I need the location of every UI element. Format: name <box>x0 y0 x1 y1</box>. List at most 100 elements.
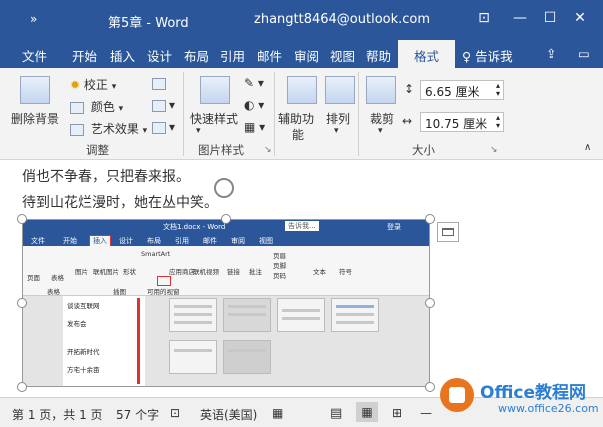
alt-text-button[interactable]: 辅助功 <box>278 110 314 127</box>
correct-button[interactable]: ✹ 校正 ▾ <box>70 76 116 93</box>
thumbnail <box>331 298 379 332</box>
read-mode-icon[interactable]: ▤ <box>330 406 342 421</box>
menu-bar: 文件 开始 插入 设计 布局 引用 邮件 审阅 视图 帮助 ♀ 告诉我 ⇪ ▭ <box>0 40 603 68</box>
site-watermark: Office教程网 www.office26.com <box>440 374 602 424</box>
inner-ribbon-item: 页码 <box>273 272 286 280</box>
spinner-icon[interactable]: ▴ ▾ <box>496 114 500 130</box>
inner-login: 登录 <box>387 223 401 231</box>
spinner-icon[interactable]: ▴ ▾ <box>496 82 500 98</box>
inner-ribbon-item: 图片 <box>75 268 88 276</box>
inner-ribbon-item: 联机视频 <box>193 268 219 276</box>
dialog-launcher-icon[interactable]: ↘ <box>264 145 272 155</box>
quick-styles-button[interactable]: 快速样式 <box>190 110 238 127</box>
picture-border-icon[interactable]: ✎ ▾ <box>244 76 264 90</box>
quick-access-icon[interactable]: » <box>30 12 37 26</box>
chevron-down-icon[interactable]: ▾ <box>378 126 383 136</box>
minimize-button[interactable]: — <box>510 10 530 26</box>
resize-handle[interactable] <box>425 214 435 224</box>
reset-picture-icon[interactable]: ▾ <box>152 120 175 134</box>
layout-options-icon[interactable] <box>437 222 459 242</box>
inner-ribbon-item: 联机图片 <box>93 268 119 276</box>
compress-icon[interactable] <box>152 76 169 90</box>
thumbnail <box>223 340 271 374</box>
inner-group-label: 插图 <box>113 288 126 296</box>
ribbon: 删除背景 ✹ 校正 ▾ 颜色 ▾ 艺术效果 ▾ ▾ ▾ 调整 快速样式 ▾ ✎ … <box>0 68 603 160</box>
color-button[interactable]: 颜色 ▾ <box>70 98 123 115</box>
inner-ribbon-item: 页面 <box>27 274 40 282</box>
art-effect-button[interactable]: 艺术效果 ▾ <box>70 120 147 137</box>
menu-design[interactable]: 设计 <box>147 46 172 65</box>
dialog-launcher-icon[interactable]: ↘ <box>490 145 498 155</box>
inner-ribbon-item: SmartArt <box>141 250 171 258</box>
crop-button[interactable]: 裁剪 <box>370 110 394 127</box>
ribbon-display-icon[interactable]: ⊡ <box>474 10 494 26</box>
remove-background-button[interactable]: 删除背景 <box>11 110 59 127</box>
menu-help[interactable]: 帮助 <box>366 46 391 65</box>
menu-references[interactable]: 引用 <box>220 46 245 65</box>
proofing-icon[interactable]: ⊡ <box>170 406 180 420</box>
menu-insert[interactable]: 插入 <box>110 46 135 65</box>
color-label: 颜色 <box>90 100 115 114</box>
inner-ribbon-item: 页脚 <box>273 262 286 270</box>
thumbnail <box>223 298 271 332</box>
user-account[interactable]: zhangtt8464@outlook.com <box>254 12 430 27</box>
size-group-label: 大小 <box>412 143 435 157</box>
maximize-button[interactable]: ☐ <box>540 10 560 26</box>
rotate-handle-icon[interactable] <box>214 178 234 198</box>
art-effect-label: 艺术效果 <box>90 122 139 136</box>
inner-menu-item: 邮件 <box>203 237 217 245</box>
resize-handle[interactable] <box>425 298 435 308</box>
inner-window-title: 文档1.docx - Word <box>163 223 226 231</box>
inner-doc-line: 方宅十余亩 <box>67 366 100 374</box>
picture-layout-icon[interactable]: ▦ ▾ <box>244 120 265 134</box>
menu-review[interactable]: 审阅 <box>294 46 319 65</box>
chevron-down-icon[interactable]: ▾ <box>196 126 201 136</box>
adjust-group-label: 调整 <box>86 143 109 157</box>
menu-file[interactable]: 文件 <box>22 46 47 65</box>
print-layout-icon[interactable]: ▦ <box>356 402 378 422</box>
inner-menu-item: 布局 <box>147 237 161 245</box>
resize-handle[interactable] <box>17 214 27 224</box>
language[interactable]: 英语(美国) <box>200 406 257 423</box>
height-icon: ↕ <box>404 82 415 96</box>
menu-mailings[interactable]: 邮件 <box>257 46 282 65</box>
thumbnail <box>277 298 325 332</box>
comment-icon[interactable]: ▭ <box>578 46 590 61</box>
page-count[interactable]: 第 1 页，共 1 页 <box>12 406 103 423</box>
resize-handle[interactable] <box>17 382 27 392</box>
width-field[interactable]: 10.75 厘米 ▴ ▾ <box>420 112 504 132</box>
tab-format[interactable]: 格式 <box>398 40 455 69</box>
menu-layout[interactable]: 布局 <box>184 46 209 65</box>
share-icon[interactable]: ⇪ <box>546 46 556 61</box>
chevron-down-icon[interactable]: ▾ <box>334 126 339 136</box>
inner-ribbon-item: 应用商店 <box>169 268 195 276</box>
watermark-text: Office教程网 <box>480 383 587 403</box>
inner-ribbon-item: 批注 <box>249 268 262 276</box>
inner-menu-item: 审阅 <box>231 237 245 245</box>
thumbnail <box>169 340 217 374</box>
resize-handle[interactable] <box>425 382 435 392</box>
menu-view[interactable]: 视图 <box>330 46 355 65</box>
resize-handle[interactable] <box>221 214 231 224</box>
chevron-down-icon: ▾ <box>118 104 124 114</box>
picture-effects-icon[interactable]: ◐ ▾ <box>244 98 264 112</box>
alt-text-icon <box>287 76 317 104</box>
resize-handle[interactable] <box>17 298 27 308</box>
width-icon: ↔ <box>402 114 413 128</box>
watermark-url: www.office26.com <box>498 402 599 415</box>
track-changes-icon[interactable]: ▦ <box>272 406 283 420</box>
change-picture-icon[interactable]: ▾ <box>152 98 175 112</box>
menu-home[interactable]: 开始 <box>72 46 97 65</box>
close-button[interactable]: ✕ <box>570 10 590 26</box>
zoom-out-icon[interactable]: — <box>420 406 432 420</box>
web-layout-icon[interactable]: ⊞ <box>392 406 402 420</box>
collapse-ribbon-icon[interactable]: ∧ <box>584 142 591 153</box>
height-field[interactable]: 6.65 厘米 ▴ ▾ <box>420 80 504 100</box>
chevron-down-icon: ▾ <box>111 82 117 92</box>
tell-me-search[interactable]: ♀ 告诉我 <box>462 46 513 65</box>
word-count[interactable]: 57 个字 <box>116 406 159 423</box>
alt-text-button-line2[interactable]: 能 <box>292 126 304 143</box>
inserted-screenshot-image[interactable]: 文档1.docx - Word 告诉我... 登录 文件 开始 插入 设计 布局… <box>22 219 430 387</box>
arrange-button[interactable]: 排列 <box>326 110 350 127</box>
inner-ribbon: 页面 表格 图片 联机图片 形状 SmartArt 应用商店 联机视频 链接 批… <box>23 246 429 296</box>
